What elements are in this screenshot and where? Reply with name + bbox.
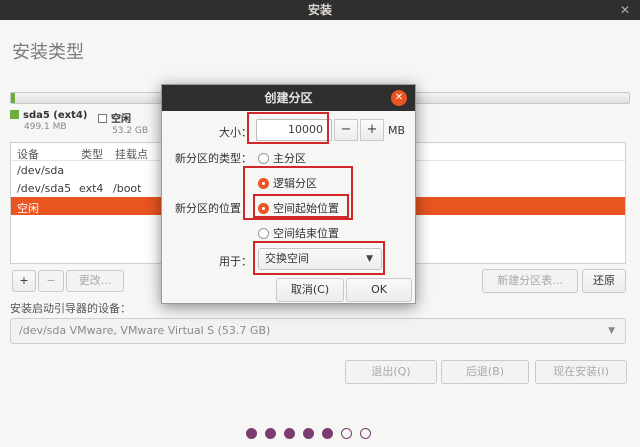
- bootloader-device-value: /dev/sda VMware, VMware Virtual S (53.7 …: [19, 324, 271, 337]
- partition-bar-used: [11, 93, 15, 103]
- bootloader-device-select[interactable]: /dev/sda VMware, VMware Virtual S (53.7 …: [10, 318, 626, 344]
- decrease-size-button[interactable]: −: [334, 119, 358, 141]
- legend-sda5: sda5 (ext4) 499.1 MB: [10, 110, 87, 132]
- partition-location-label: 新分区的位置：: [175, 202, 252, 215]
- radio-off-icon: [258, 228, 269, 239]
- legend-name: sda5 (ext4): [23, 110, 88, 121]
- use-as-label: 用于：: [219, 255, 252, 268]
- close-icon[interactable]: ✕: [391, 90, 407, 106]
- window-close-icon[interactable]: ✕: [620, 0, 630, 20]
- highlight-size-box: [247, 112, 329, 144]
- radio-label: 空间结束位置: [273, 227, 339, 240]
- step-dot-filled: [303, 428, 314, 439]
- partition-type-label: 新分区的类型：: [175, 152, 252, 165]
- ok-button[interactable]: OK: [346, 278, 412, 302]
- increase-size-button[interactable]: +: [360, 119, 384, 141]
- step-dot-filled: [265, 428, 276, 439]
- highlight-begin-box: [253, 194, 349, 218]
- cell-type: ext4: [79, 182, 104, 195]
- legend-size: 53.2 GB: [112, 126, 149, 136]
- new-partition-table-button[interactable]: 新建分区表...: [482, 269, 578, 293]
- column-header-device[interactable]: 设备: [17, 146, 39, 162]
- cancel-button[interactable]: 取消(C): [276, 278, 344, 302]
- legend-swatch-white: [98, 114, 107, 123]
- radio-primary-partition[interactable]: 主分区: [258, 150, 306, 166]
- legend-name: 空闲: [111, 114, 131, 125]
- legend-swatch-green: [10, 110, 19, 119]
- radio-label: 主分区: [273, 152, 306, 165]
- cell-mount: /boot: [113, 182, 142, 195]
- column-header-type[interactable]: 类型: [81, 146, 103, 162]
- radio-off-icon: [258, 153, 269, 164]
- install-now-button[interactable]: 现在安装(I): [535, 360, 627, 384]
- add-partition-button[interactable]: +: [12, 270, 36, 292]
- remove-partition-button[interactable]: −: [38, 270, 64, 292]
- step-dot-empty: [360, 428, 371, 439]
- size-unit: MB: [388, 124, 406, 137]
- quit-button[interactable]: 退出(Q): [345, 360, 437, 384]
- dialog-header: 创建分区 ✕: [162, 85, 415, 111]
- step-dot-filled: [284, 428, 295, 439]
- highlight-use-as-box: [253, 241, 385, 275]
- column-header-mount[interactable]: 挂载点: [115, 146, 148, 162]
- legend-size: 499.1 MB: [24, 122, 67, 132]
- dialog-title: 创建分区: [264, 91, 313, 105]
- window-titlebar: 安装 ✕: [0, 0, 640, 20]
- cell-device: /dev/sda5: [17, 182, 72, 195]
- step-progress-dots: [246, 428, 379, 442]
- page-title: 安装类型: [12, 42, 84, 63]
- change-partition-button[interactable]: 更改...: [66, 270, 124, 292]
- chevron-down-icon: ▼: [608, 326, 615, 336]
- radio-location-end[interactable]: 空间结束位置: [258, 225, 339, 241]
- step-dot-empty: [341, 428, 352, 439]
- cell-device: 空闲: [17, 202, 39, 215]
- cell-device: /dev/sda: [17, 164, 65, 177]
- window-title: 安装: [307, 3, 332, 17]
- back-button[interactable]: 后退(B): [441, 360, 529, 384]
- size-label: 大小：: [219, 126, 252, 139]
- bootloader-label: 安装启动引导器的设备：: [10, 302, 131, 315]
- revert-button[interactable]: 还原: [582, 269, 626, 293]
- step-dot-filled: [246, 428, 257, 439]
- legend-free: 空闲 53.2 GB: [98, 110, 148, 136]
- step-dot-filled: [322, 428, 333, 439]
